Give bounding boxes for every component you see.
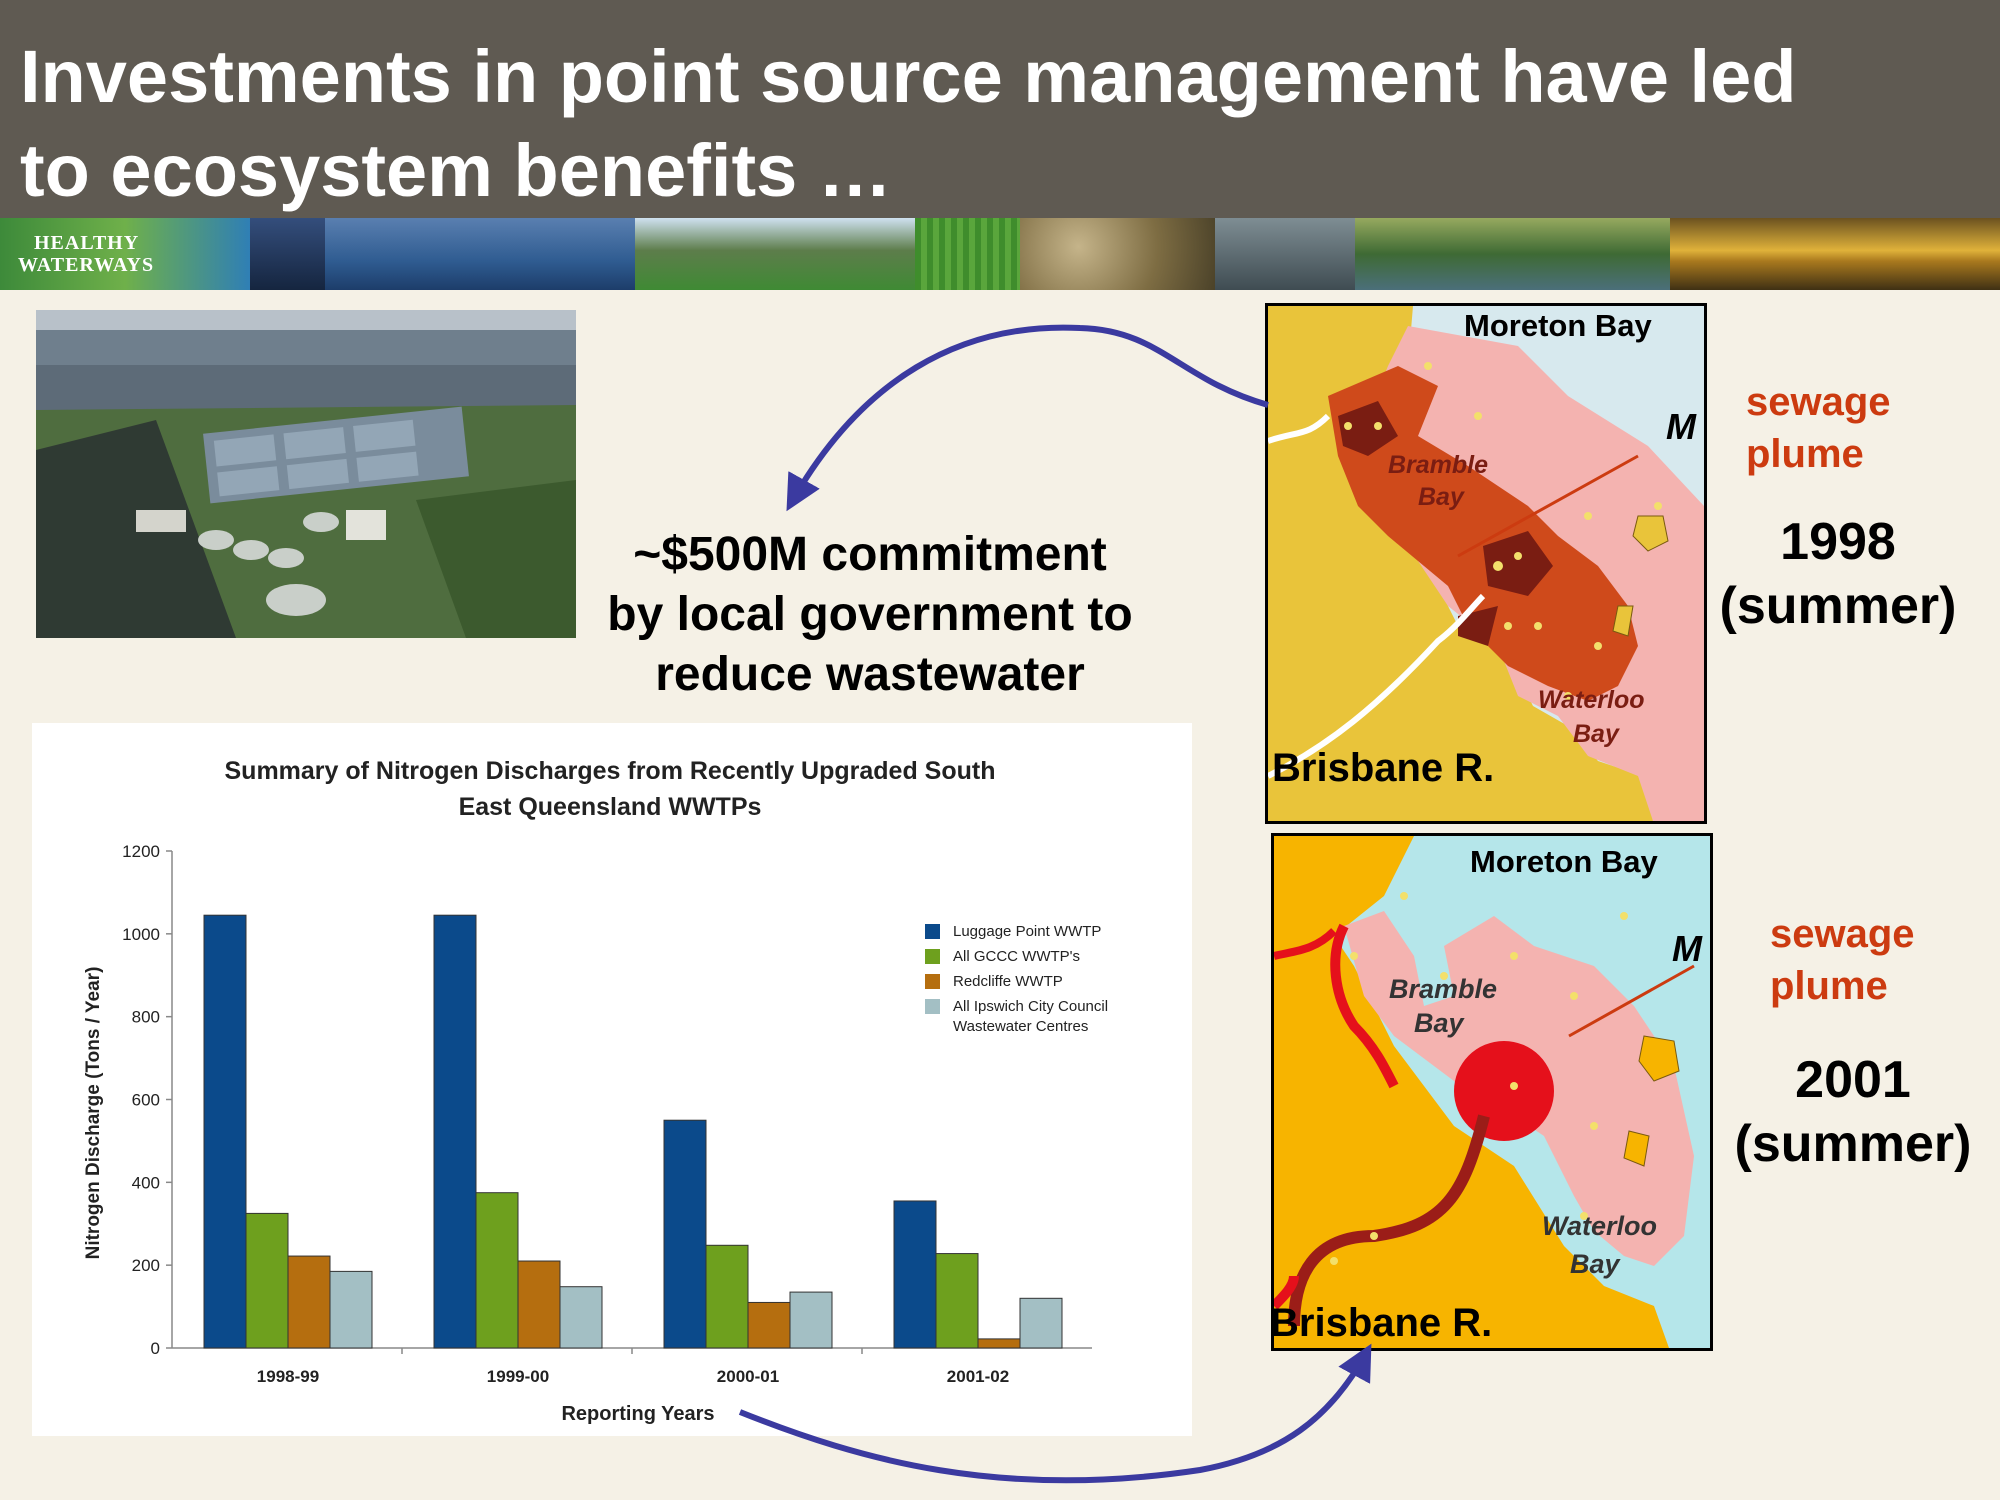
commitment-line1: ~$500M commitment	[633, 528, 1107, 581]
chart-bar	[559, 1286, 603, 1349]
x-tick-label: 2000-01	[717, 1367, 779, 1386]
y-tick-label: 0	[151, 1339, 160, 1358]
legend-label: Redcliffe WWTP	[953, 973, 1063, 990]
legend-label: Wastewater Centres	[953, 1018, 1088, 1035]
y-axis-label: Nitrogen Discharge (Tons / Year)	[83, 967, 104, 1260]
y-tick-label: 400	[132, 1173, 160, 1192]
season-2001: (summer)	[1734, 1115, 1972, 1173]
map-1998-waterloo-bay-label: Bay	[1573, 720, 1619, 748]
logo-text: HEALTHY WATERWAYS	[18, 232, 154, 276]
y-tick-label: 800	[132, 1008, 160, 1027]
map-1998-cut-label: M	[1666, 406, 1696, 447]
banner-photo-canoe	[325, 218, 635, 290]
plume-label-1998: sewage plume	[1746, 376, 1891, 480]
chart-bar	[705, 1244, 749, 1349]
slide-title: Investments in point source management h…	[20, 30, 1980, 218]
banner-photo-stream	[1355, 218, 1670, 290]
y-tick-label: 600	[132, 1091, 160, 1110]
commitment-text: ~$500M commitment by local government to…	[570, 525, 1170, 705]
chart-bar	[245, 1212, 289, 1349]
map-1998-river-label: Brisbane R.	[1272, 746, 1495, 790]
map-2001-cut-label: M	[1672, 928, 1702, 969]
chart-bar	[789, 1291, 833, 1349]
chart-bar	[747, 1301, 791, 1349]
map-2001-bay-label: Moreton Bay	[1470, 844, 1658, 879]
logo-line2: WATERWAYS	[18, 254, 155, 276]
map-2001-bramble-bay-label: Bay	[1414, 1008, 1464, 1038]
x-tick-label: 1999-00	[487, 1367, 549, 1386]
map-2001-waterloo-bay-label: Bay	[1570, 1249, 1620, 1279]
arrow-map-to-commitment	[786, 324, 1269, 512]
map-1998-bay-label: Moreton Bay	[1464, 308, 1652, 343]
chart-bar	[287, 1255, 331, 1349]
chart-bar	[977, 1338, 1021, 1349]
slide-title-line2: to ecosystem benefits …	[20, 129, 892, 212]
map-1998-graphic	[1268, 306, 1704, 821]
legend-swatch	[925, 999, 940, 1014]
legend-swatch	[925, 924, 940, 939]
banner-photo-water	[250, 218, 325, 290]
banner-photo-field	[635, 218, 915, 290]
map-2001: Moreton Bay M Bramble Bay Waterloo Bay B…	[1271, 833, 1713, 1351]
year-label-1998: 1998 (summer)	[1700, 510, 1976, 638]
y-tick-label: 200	[132, 1256, 160, 1275]
x-tick-label: 1998-99	[257, 1367, 319, 1386]
slide-title-line1: Investments in point source management h…	[20, 35, 1797, 118]
photo-banner	[0, 218, 2000, 290]
map-2001-bramble-label: Bramble	[1389, 974, 1498, 1004]
map-1998-bramble-bay-label: Bay	[1418, 483, 1464, 511]
year-label-2001: 2001 (summer)	[1718, 1048, 1988, 1176]
map-2001-river-label: Brisbane R.	[1271, 1301, 1493, 1345]
commitment-line3: reduce wastewater	[655, 648, 1085, 701]
plume-2001-line2: plume	[1770, 964, 1888, 1008]
year-1998: 1998	[1780, 513, 1896, 571]
plume-2001-line1: sewage	[1770, 912, 1915, 956]
banner-photo-sunset	[1670, 218, 2000, 290]
plume-1998-line1: sewage	[1746, 380, 1891, 424]
map-1998: Moreton Bay M Bramble Bay Waterloo Bay B…	[1265, 303, 1707, 824]
y-tick-label: 1200	[122, 842, 160, 861]
year-2001: 2001	[1795, 1051, 1911, 1109]
x-axis-label: Reporting Years	[561, 1403, 714, 1425]
banner-photo-rocks	[1020, 218, 1215, 290]
chart-bar	[935, 1253, 979, 1349]
y-tick-label: 1000	[122, 925, 160, 944]
chart-bar	[475, 1192, 519, 1349]
treatment-plant-photo	[36, 310, 576, 638]
plume-1998-line2: plume	[1746, 432, 1864, 476]
chart-bar	[517, 1260, 561, 1349]
map-1998-waterloo-label: Waterloo	[1538, 686, 1645, 714]
map-1998-bramble-label: Bramble	[1388, 451, 1489, 479]
legend-label: Luggage Point WWTP	[953, 923, 1101, 940]
map-2001-graphic	[1274, 836, 1710, 1348]
chart-bar	[663, 1119, 707, 1349]
commitment-line2: by local government to	[607, 588, 1133, 641]
chart-title-line2: East Queensland WWTPs	[459, 793, 762, 821]
chart-panel: Summary of Nitrogen Discharges from Rece…	[32, 723, 1192, 1436]
chart-title-line1: Summary of Nitrogen Discharges from Rece…	[225, 757, 996, 785]
nitrogen-chart: Summary of Nitrogen Discharges from Rece…	[83, 757, 1108, 1425]
x-tick-label: 2001-02	[947, 1367, 1009, 1386]
logo-line1: HEALTHY	[34, 232, 140, 254]
chart-bar	[893, 1200, 937, 1349]
chart-bar	[433, 914, 477, 1349]
banner-photo-boat	[1215, 218, 1355, 290]
legend-swatch	[925, 974, 940, 989]
legend-label: All GCCC WWTP's	[953, 948, 1080, 965]
banner-photo-crops	[915, 218, 1020, 290]
map-2001-waterloo-label: Waterloo	[1542, 1211, 1658, 1241]
legend-label: All Ipswich City Council	[953, 998, 1108, 1015]
legend-swatch	[925, 949, 940, 964]
chart-bar	[1019, 1297, 1063, 1349]
chart-bar	[329, 1270, 373, 1349]
plume-label-2001: sewage plume	[1770, 908, 1915, 1012]
chart-bar	[203, 914, 247, 1349]
season-1998: (summer)	[1719, 577, 1957, 635]
